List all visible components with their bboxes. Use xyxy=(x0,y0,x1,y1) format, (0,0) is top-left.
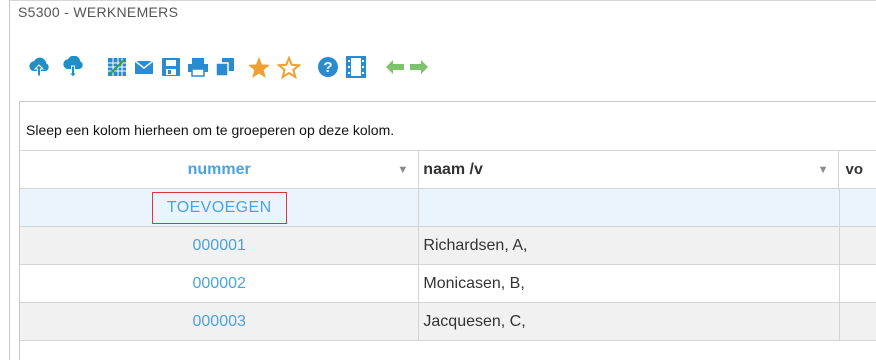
star-outline-icon[interactable] xyxy=(276,54,302,80)
add-row: TOEVOEGEN xyxy=(20,189,876,227)
employee-number-link[interactable]: 000002 xyxy=(20,265,420,302)
employee-number-link[interactable]: 000003 xyxy=(20,303,420,340)
column-header-nummer[interactable]: nummer ▼ xyxy=(20,151,420,188)
employee-grid: Sleep een kolom hierheen om te groeperen… xyxy=(19,101,876,360)
mail-icon[interactable] xyxy=(133,54,155,80)
toolbar: ? xyxy=(26,54,430,80)
svg-text:?: ? xyxy=(323,59,332,76)
print-icon[interactable] xyxy=(187,54,209,80)
arrow-left-icon[interactable] xyxy=(384,54,406,80)
table-row[interactable]: 000001 Richardsen, A, xyxy=(20,227,876,265)
window: S5300 - WERKNEMERS ? Sleep een kolom hie… xyxy=(9,0,876,360)
spreadsheet-icon[interactable] xyxy=(106,54,128,80)
column-header-naam[interactable]: naam /v ▼ xyxy=(419,151,840,188)
star-filled-icon[interactable] xyxy=(246,54,272,80)
help-icon[interactable]: ? xyxy=(316,54,340,80)
column-header-label: vo xyxy=(845,161,863,178)
column-header-label: naam /v xyxy=(423,160,483,178)
page-title: S5300 - WERKNEMERS xyxy=(18,4,179,20)
arrow-right-icon[interactable] xyxy=(408,54,430,80)
employee-name: Jacquesen, C, xyxy=(419,303,840,340)
column-header-vo[interactable]: vo xyxy=(839,151,876,188)
filter-icon[interactable]: ▼ xyxy=(397,164,408,176)
upload-icon[interactable] xyxy=(26,54,52,80)
table-row[interactable]: 000003 Jacquesen, C, xyxy=(20,303,876,341)
add-button[interactable]: TOEVOEGEN xyxy=(151,191,287,224)
employee-number-link[interactable]: 000001 xyxy=(20,227,420,264)
group-by-panel[interactable]: Sleep een kolom hierheen om te groeperen… xyxy=(20,102,876,151)
employee-name: Monicasen, B, xyxy=(419,265,840,302)
filter-icon[interactable]: ▼ xyxy=(818,164,829,176)
table-row[interactable]: 000002 Monicasen, B, xyxy=(20,265,876,303)
download-icon[interactable] xyxy=(60,54,86,80)
column-header-label: nummer xyxy=(187,160,251,178)
grid-header: nummer ▼ naam /v ▼ vo xyxy=(20,151,876,189)
save-icon[interactable] xyxy=(160,54,182,80)
employee-name: Richardsen, A, xyxy=(419,227,840,264)
film-icon[interactable] xyxy=(344,54,368,80)
copy-icon[interactable] xyxy=(214,54,236,80)
